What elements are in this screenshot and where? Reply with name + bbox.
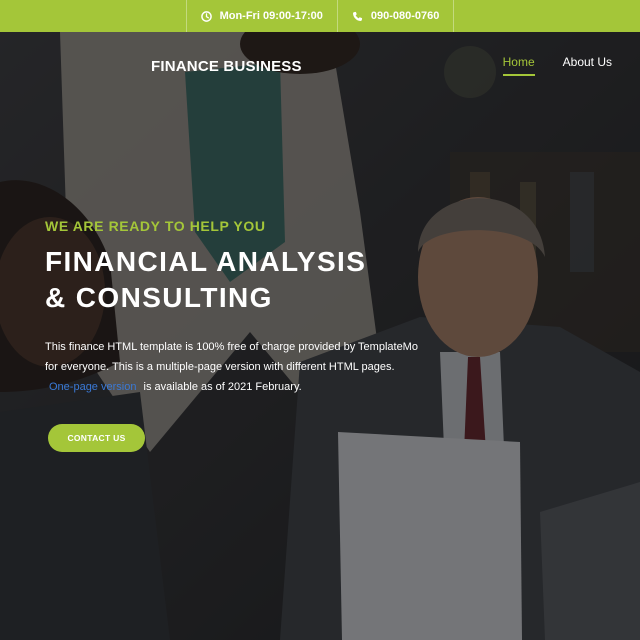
- nav-item-label: Home: [502, 55, 535, 69]
- description-text: This finance HTML template is 100% free …: [45, 341, 418, 373]
- headline-line-2: & CONSULTING: [45, 282, 273, 313]
- hours-text: Mon-Fri 09:00-17:00: [219, 10, 323, 22]
- one-page-version-link[interactable]: One-page version: [45, 381, 140, 393]
- hero-eyebrow: WE ARE READY TO HELP YOU: [45, 218, 266, 234]
- hero-dark-overlay: [0, 32, 640, 640]
- main-nav: Home About Us: [489, 54, 640, 76]
- headline-line-1: FINANCIAL ANALYSIS: [45, 246, 367, 277]
- hero-section: FINANCE BUSINESS Home About Us WE ARE RE…: [0, 32, 640, 640]
- hero-headline: FINANCIAL ANALYSIS & CONSULTING: [45, 244, 465, 316]
- contact-us-button[interactable]: CONTACT US: [48, 424, 145, 452]
- nav-item-label: About Us: [562, 55, 612, 69]
- phone-text[interactable]: 090-080-0760: [371, 10, 440, 22]
- nav-item-home[interactable]: Home: [489, 54, 549, 76]
- phone-info[interactable]: 090-080-0760: [336, 0, 455, 32]
- active-underline: [502, 74, 535, 76]
- nav-item-about-us[interactable]: About Us: [549, 54, 640, 76]
- clock-icon: [200, 10, 212, 22]
- top-info-bar: Mon-Fri 09:00-17:00 090-080-0760: [0, 0, 640, 32]
- hours-info: Mon-Fri 09:00-17:00: [185, 0, 337, 32]
- description-text-end: is available as of 2021 February.: [143, 381, 302, 393]
- hero-description: This finance HTML template is 100% free …: [45, 337, 425, 397]
- site-logo[interactable]: FINANCE BUSINESS: [151, 58, 302, 75]
- phone-icon: [352, 11, 363, 22]
